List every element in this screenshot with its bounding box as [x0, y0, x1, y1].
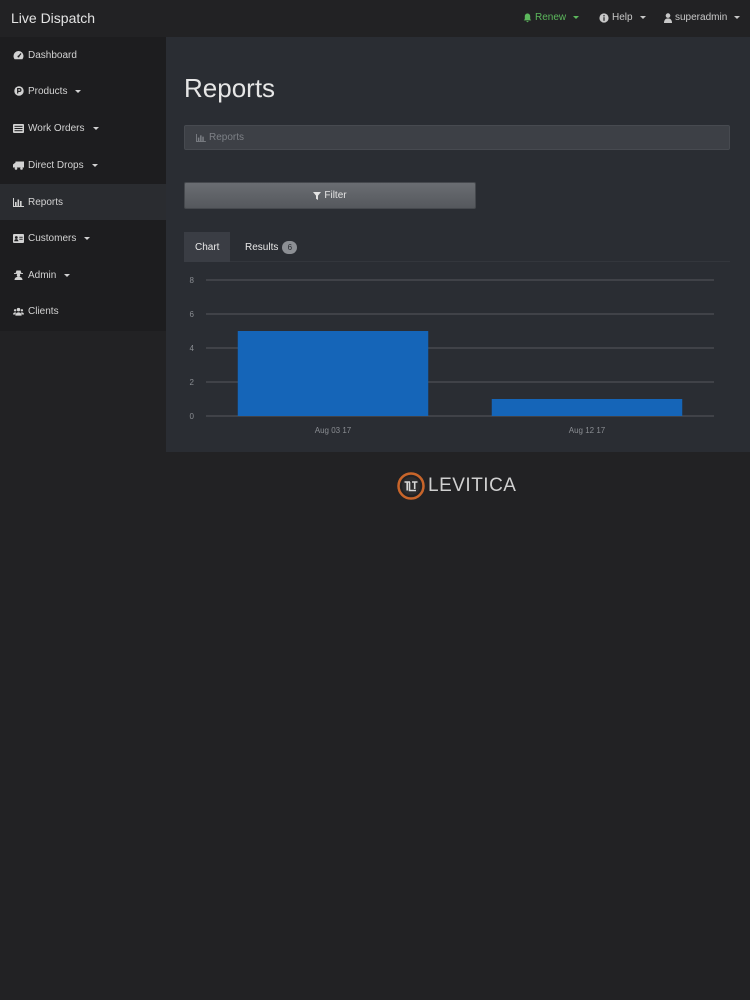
sidebar-item-label: Products — [28, 85, 68, 97]
chevron-down-icon — [639, 16, 646, 19]
chevron-down-icon — [573, 16, 580, 19]
bar-aug-12-17 — [491, 399, 683, 416]
y-tick-label: 0 — [190, 412, 195, 421]
bell-icon — [523, 13, 532, 22]
sidebar-item-direct-drops[interactable]: Direct Drops — [0, 147, 166, 183]
sidebar-item-label: Dashboard — [28, 49, 77, 61]
y-tick-label: 4 — [190, 344, 195, 353]
y-tick-label: 2 — [190, 378, 195, 387]
x-tick-label: Aug 03 17 — [315, 426, 352, 435]
users-icon — [13, 306, 24, 317]
info-circle-icon — [599, 12, 609, 23]
bar-chart-icon — [13, 197, 24, 208]
levitica-logo-icon — [397, 472, 425, 500]
page-title: Reports — [184, 73, 276, 103]
tab-results[interactable]: Results 6 — [234, 232, 308, 262]
tab-chart-label: Chart — [195, 241, 220, 253]
chevron-down-icon — [91, 163, 98, 167]
username-label: superadmin — [675, 12, 728, 23]
filter-label: Filter — [324, 190, 347, 201]
chevron-down-icon — [84, 236, 91, 240]
top-navbar: Live Dispatch Renew Help superadmin — [0, 0, 750, 37]
user-menu[interactable]: superadmin — [664, 12, 741, 23]
sidebar-item-work-orders[interactable]: Work Orders — [0, 110, 166, 146]
sidebar: Dashboard Products Work Orders Direct Dr… — [0, 37, 166, 331]
y-tick-label: 8 — [190, 276, 195, 285]
products-icon — [13, 86, 24, 97]
logo-text: LEVITICA — [428, 475, 517, 496]
sidebar-item-admin[interactable]: Admin — [0, 257, 166, 293]
chevron-down-icon — [92, 126, 99, 130]
sidebar-item-label: Admin — [28, 269, 57, 281]
user-icon — [664, 12, 672, 23]
x-tick-label: Aug 12 17 — [569, 426, 606, 435]
chevron-down-icon — [734, 16, 741, 19]
help-menu[interactable]: Help — [599, 12, 646, 23]
renew-label: Renew — [535, 12, 567, 23]
bar-chart-icon — [195, 132, 206, 143]
tab-bar: Chart Results 6 — [184, 232, 730, 262]
bar-aug-03-17 — [237, 331, 429, 416]
sidebar-item-products[interactable]: Products — [0, 73, 166, 109]
sidebar-item-customers[interactable]: Customers — [0, 220, 166, 256]
reports-bar-chart: 0 2 4 6 8 Aug 03 17 Aug 12 17 — [190, 276, 714, 435]
help-label: Help — [612, 12, 633, 23]
chevron-down-icon — [64, 273, 71, 277]
sidebar-item-label: Customers — [28, 232, 77, 244]
user-secret-icon — [13, 270, 24, 281]
sidebar-item-label: Direct Drops — [28, 159, 84, 171]
results-count-badge: 6 — [282, 240, 298, 254]
chevron-down-icon — [75, 89, 82, 93]
main-panel: Reports Reports Filter Chart Results 6 0… — [166, 37, 750, 452]
y-tick-label: 6 — [190, 310, 195, 319]
sidebar-item-dashboard[interactable]: Dashboard — [0, 37, 166, 73]
work-orders-icon — [13, 123, 24, 134]
dashboard-icon — [13, 50, 24, 61]
renew-menu[interactable]: Renew — [523, 12, 580, 23]
address-card-icon — [13, 233, 24, 244]
sidebar-item-label: Reports — [28, 196, 64, 208]
sidebar-item-clients[interactable]: Clients — [0, 293, 166, 329]
tab-results-label: Results — [245, 241, 279, 253]
app-brand[interactable]: Live Dispatch — [11, 10, 95, 26]
sidebar-item-reports[interactable]: Reports — [0, 184, 166, 220]
filter-icon — [313, 191, 322, 200]
sidebar-item-label: Clients — [28, 305, 59, 317]
levitica-logo: LEVITICA — [397, 472, 516, 500]
truck-icon — [13, 160, 24, 171]
breadcrumb: Reports — [184, 125, 730, 150]
breadcrumb-label[interactable]: Reports — [209, 132, 244, 143]
tab-chart[interactable]: Chart — [184, 232, 231, 262]
filter-button[interactable]: Filter — [184, 182, 476, 209]
sidebar-item-label: Work Orders — [28, 122, 85, 134]
